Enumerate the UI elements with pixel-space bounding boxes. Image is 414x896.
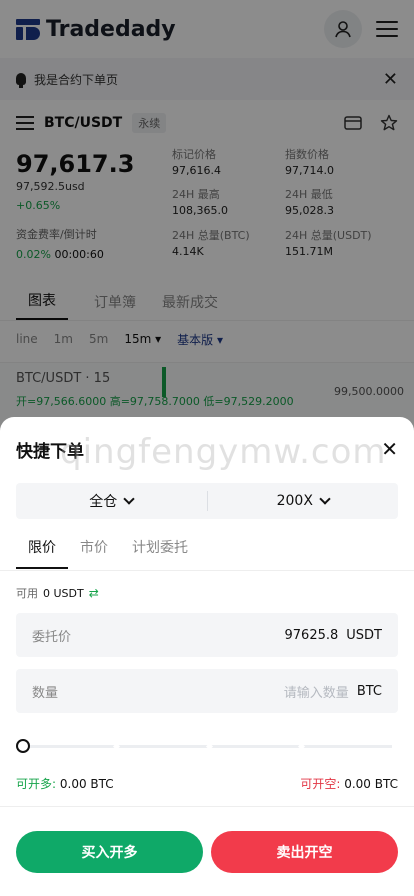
price-unit: USDT (346, 627, 382, 643)
open-limits: 可开多: 0.00 BTC 可开空: 0.00 BTC (16, 775, 398, 792)
order-actions: 买入开多 卖出开空 (16, 831, 398, 873)
max-long-value: 0.00 BTC (59, 777, 114, 791)
margin-mode-select[interactable]: 全仓 (16, 491, 207, 511)
available-balance: 可用 0 USDT ⇄ (16, 586, 99, 600)
quantity-label: 数量 (32, 685, 59, 701)
buy-long-button[interactable]: 买入开多 (16, 831, 203, 873)
sheet-title: 快捷下单 (16, 441, 84, 462)
quantity-input[interactable]: 请输入数量 (284, 682, 349, 701)
tab-limit[interactable]: 限价 (16, 537, 68, 569)
margin-leverage-bar: 全仓 200X (16, 483, 398, 519)
max-short-label: 可开空: (300, 777, 341, 791)
chevron-down-icon (123, 493, 135, 505)
leverage-select[interactable]: 200X (208, 493, 399, 509)
max-long-label: 可开多: (16, 777, 57, 791)
order-price-field[interactable]: 委托价 97625.8 USDT (16, 613, 398, 657)
max-short-value: 0.00 BTC (344, 777, 398, 791)
tab-market[interactable]: 市价 (68, 537, 120, 567)
quantity-unit: BTC (356, 683, 382, 699)
order-type-tabs: 限价 市价 计划委托 (0, 537, 414, 571)
quick-order-sheet: 快捷下单 ✕ 全仓 200X 限价 市价 计划委托 可用 0 USDT ⇄ 委托… (0, 417, 414, 896)
sheet-close-icon[interactable]: ✕ (381, 437, 398, 461)
sell-short-button[interactable]: 卖出开空 (211, 831, 398, 873)
slider-thumb[interactable] (16, 739, 30, 753)
quantity-field[interactable]: 数量 请输入数量 BTC (16, 669, 398, 713)
chevron-down-icon (319, 493, 331, 505)
transfer-icon[interactable]: ⇄ (89, 586, 99, 600)
tab-plan-order[interactable]: 计划委托 (120, 537, 200, 567)
quantity-slider[interactable] (16, 739, 398, 753)
price-label: 委托价 (32, 629, 72, 645)
price-input[interactable]: 97625.8 (285, 628, 339, 643)
